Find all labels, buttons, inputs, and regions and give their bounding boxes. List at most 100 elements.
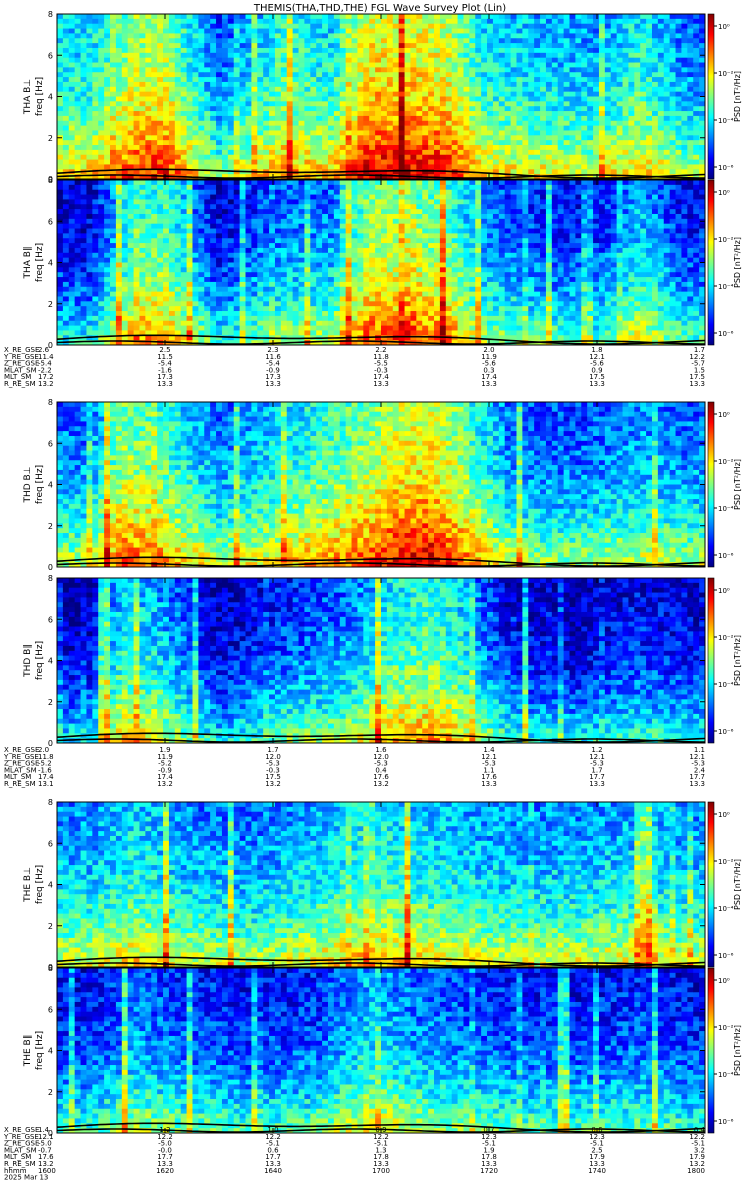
y-tick-label: 2 bbox=[48, 300, 53, 309]
y-tick-label: 8 bbox=[48, 398, 53, 407]
colorbar: 10⁰10⁻²10⁻⁴10⁻⁶PSD [nT²/Hz] bbox=[708, 968, 742, 1133]
colorbar-tick-label: 10⁻⁶ bbox=[718, 1118, 734, 1126]
y-tick-label: 2 bbox=[48, 134, 53, 143]
y-tick-label: 6 bbox=[48, 51, 53, 60]
ephemeris-value: 13.1 bbox=[38, 780, 54, 788]
y-axis-label: freq [Hz] bbox=[35, 243, 45, 282]
ephemeris-value: 13.3 bbox=[265, 380, 281, 388]
y-tick-label: 8 bbox=[48, 10, 53, 19]
ephemeris-value: 13.3 bbox=[589, 780, 605, 788]
colorbar-tick-label: 10⁰ bbox=[718, 811, 730, 819]
y-tick-label: 4 bbox=[48, 881, 53, 890]
colorbar: 10⁰ 10⁻² 10⁻⁴ 10⁻⁶ PSD [nT²/Hz] bbox=[708, 802, 742, 967]
y-tick-label: 6 bbox=[48, 615, 53, 624]
colorbar-tick-label: 10⁻⁶ bbox=[718, 330, 734, 338]
colorbar-tick-label: 10⁻⁴ bbox=[718, 681, 734, 689]
ephemeris-value: 13.2 bbox=[265, 780, 281, 788]
spectrogram-panels: 02468THA B⊥ freq [Hz]10⁰10⁻²10⁻⁴10⁻⁶PSD [… bbox=[23, 10, 742, 1138]
colorbar-tick-label: 10⁻⁴ bbox=[718, 283, 734, 291]
heatmap-cells bbox=[57, 180, 705, 345]
colorbar-label: PSD [nT²/Hz] bbox=[733, 71, 742, 122]
y-tick-label: 8 bbox=[48, 574, 53, 583]
colorbar-tick-label: 10⁻² bbox=[718, 70, 734, 78]
ephemeris-table: X_RE_GSE1.4 1.2 1.0 0.9 0.7 0.6 0.4Y_RE_GSE 12.… bbox=[3, 1126, 706, 1182]
panel-label: THE B⊥ bbox=[23, 867, 33, 903]
y-tick-label: 2 bbox=[48, 522, 53, 531]
ephemeris-value: 1740 bbox=[588, 1167, 606, 1175]
panel-label: THE B∥ bbox=[23, 1035, 33, 1068]
y-tick-label: 2 bbox=[48, 922, 53, 931]
y-axis-label: freq [Hz] bbox=[35, 77, 45, 116]
y-tick-label: 4 bbox=[48, 481, 53, 490]
colorbar-label: PSD [nT²/Hz] bbox=[733, 859, 742, 910]
colorbar-label: PSD [nT²/Hz] bbox=[733, 237, 742, 288]
ephemeris-row-label: R_RE_SM bbox=[4, 780, 36, 788]
y-tick-label: 4 bbox=[48, 259, 53, 268]
colorbar-tick-label: 10⁻² bbox=[718, 458, 734, 466]
y-axis-label: freq [Hz] bbox=[35, 465, 45, 504]
colorbar: 10⁰10⁻²10⁻⁴10⁻⁶PSD [nT²/Hz] bbox=[708, 578, 742, 743]
colorbar-label: PSD [nT²/Hz] bbox=[733, 635, 742, 686]
y-tick-label: 8 bbox=[48, 964, 53, 973]
y-tick-label: 8 bbox=[48, 176, 53, 185]
spectrogram-panel: 02468THD B⊥ freq [Hz]10⁰10⁻²10⁻⁴10⁻⁶PSD [… bbox=[23, 398, 742, 572]
colorbar-tick-label: 10⁻² bbox=[718, 858, 734, 866]
spectrogram-panel: 02468THD B∥ freq [Hz]10⁰10⁻²10⁻⁴10⁻⁶PSD [… bbox=[23, 574, 742, 748]
ephemeris-value: 1640 bbox=[264, 1167, 282, 1175]
y-tick-label: 2 bbox=[48, 1088, 53, 1097]
colorbar-tick-label: 10⁻⁶ bbox=[718, 952, 734, 960]
y-tick-label: 2 bbox=[48, 698, 53, 707]
ephemeris-value: 13.3 bbox=[689, 380, 705, 388]
heatmap-cells bbox=[57, 802, 705, 967]
date-label: 2025 Mar 13 bbox=[4, 1174, 48, 1182]
ephemeris-table: X_RE_GSE2.0 1.9 1.7 1.6 1.4 1.2 1.1Y_RE_GSE 11.… bbox=[3, 746, 706, 788]
spectrogram-panel: 02468THE B∥ freq [Hz]10⁰10⁻²10⁻⁴10⁻⁶PSD [… bbox=[23, 964, 742, 1138]
panel-label: THD B∥ bbox=[23, 644, 33, 678]
y-tick-label: 8 bbox=[48, 798, 53, 807]
colorbar-tick-label: 10⁻⁶ bbox=[718, 164, 734, 172]
spectrogram-panel: 02468THA B∥ freq [Hz]10⁰10⁻²10⁻⁴10⁻⁶PSD [… bbox=[23, 176, 742, 350]
ephemeris-table: X_RE_GSE2.6 2.5 2.3 2.2 2.0 1.8 1.7Y_RE_GSE 11.… bbox=[3, 346, 705, 388]
ephemeris-value: 1720 bbox=[480, 1167, 498, 1175]
colorbar-tick-label: 10⁻² bbox=[718, 1024, 734, 1032]
y-tick-label: 0 bbox=[48, 563, 53, 572]
colorbar-tick-label: 10⁻⁶ bbox=[718, 552, 734, 560]
colorbar-tick-label: 10⁰ bbox=[718, 23, 730, 31]
chart-title: THEMIS(THA,THD,THE) FGL Wave Survey Plot… bbox=[253, 3, 506, 14]
ephemeris-value: 13.2 bbox=[38, 380, 54, 388]
ephemeris-value: 13.3 bbox=[689, 780, 705, 788]
colorbar: 10⁰10⁻²10⁻⁴10⁻⁶PSD [nT²/Hz] bbox=[708, 402, 742, 567]
heatmap-cells bbox=[57, 14, 705, 179]
y-axis-label: freq [Hz] bbox=[35, 641, 45, 680]
colorbar-label: PSD [nT²/Hz] bbox=[733, 1025, 742, 1076]
y-tick-label: 4 bbox=[48, 657, 53, 666]
spectrogram-panel: 02468THA B⊥ freq [Hz]10⁰10⁻²10⁻⁴10⁻⁶PSD [… bbox=[23, 10, 742, 184]
ephemeris-value: 1620 bbox=[156, 1167, 174, 1175]
heatmap-cells bbox=[57, 402, 705, 567]
y-tick-label: 6 bbox=[48, 839, 53, 848]
y-axis-label: freq [Hz] bbox=[35, 1031, 45, 1070]
colorbar-tick-label: 10⁰ bbox=[718, 977, 730, 985]
y-tick-label: 6 bbox=[48, 439, 53, 448]
colorbar-tick-label: 10⁻⁴ bbox=[718, 117, 734, 125]
y-axis-label: freq [Hz] bbox=[35, 865, 45, 904]
y-tick-label: 4 bbox=[48, 1047, 53, 1056]
colorbar-tick-label: 10⁻⁴ bbox=[718, 905, 734, 913]
ephemeris-value: 13.3 bbox=[589, 380, 605, 388]
panel-label: THD B⊥ bbox=[23, 466, 33, 503]
ephemeris-value: 1800 bbox=[687, 1167, 705, 1175]
colorbar-label: PSD [nT²/Hz] bbox=[733, 459, 742, 510]
colorbar: 10⁰ 10⁻² 10⁻⁴ 10⁻⁶ PSD [nT²/Hz] bbox=[708, 14, 742, 179]
ephemeris-row-label: R_RE_SM bbox=[4, 380, 36, 388]
heatmap-cells bbox=[57, 578, 705, 743]
instrument-group: 02468THD B⊥ freq [Hz]10⁰10⁻²10⁻⁴10⁻⁶PSD [… bbox=[23, 398, 742, 748]
ephemeris-value: 13.3 bbox=[373, 380, 389, 388]
colorbar-tick-label: 10⁰ bbox=[718, 189, 730, 197]
ephemeris-value: 13.2 bbox=[157, 780, 173, 788]
instrument-group: 02468THA B⊥ freq [Hz]10⁰10⁻²10⁻⁴10⁻⁶PSD [… bbox=[23, 10, 742, 350]
colorbar-tick-label: 10⁻² bbox=[718, 634, 734, 642]
ephemeris-value: 13.3 bbox=[481, 380, 497, 388]
spectrogram-panel: 02468THE B⊥ freq [Hz]10⁰10⁻²10⁻⁴10⁻⁶PSD [… bbox=[23, 798, 742, 972]
colorbar-tick-label: 10⁰ bbox=[718, 411, 730, 419]
y-tick-label: 4 bbox=[48, 93, 53, 102]
